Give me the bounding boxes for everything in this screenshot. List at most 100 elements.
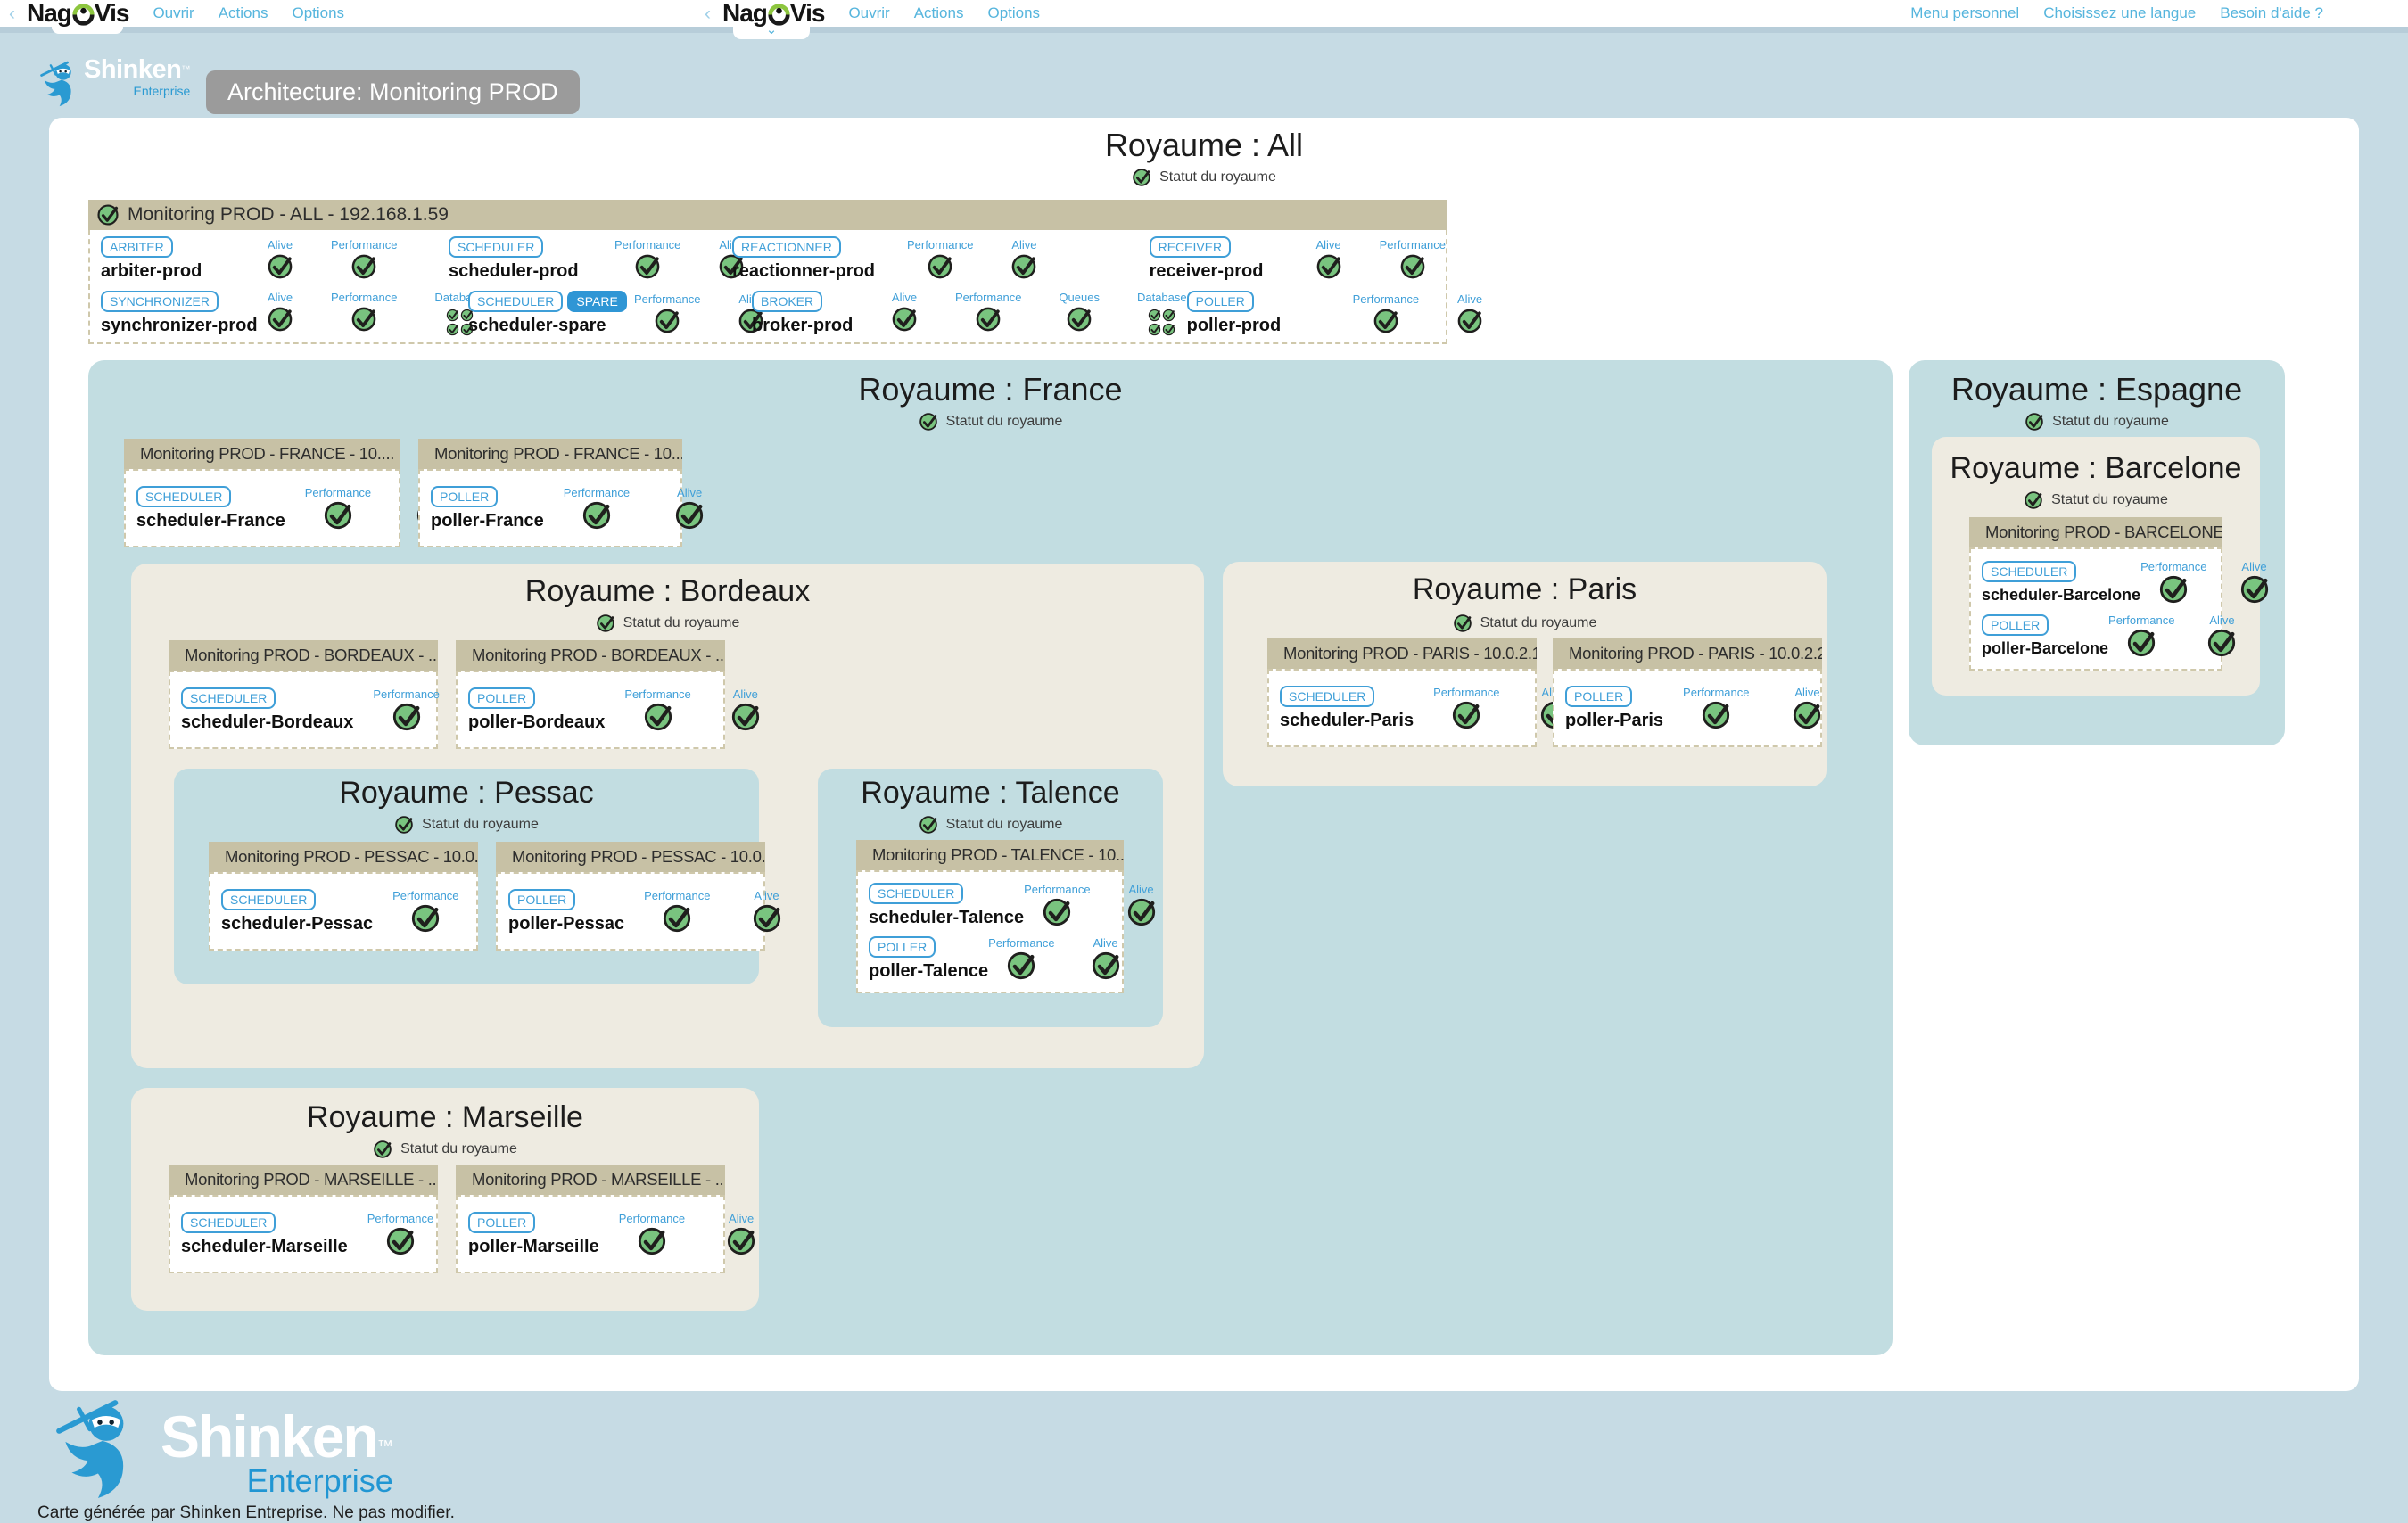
metric-performance[interactable]: Performance: [373, 687, 439, 732]
metric-alive[interactable]: Alive: [1456, 292, 1483, 333]
menu-actions[interactable]: Actions: [219, 4, 268, 22]
metric-performance[interactable]: Performance: [2140, 560, 2206, 605]
monitor-box-header[interactable]: Monitoring PROD - PESSAC - 10.0...: [209, 842, 478, 872]
node-poller-bordeaux[interactable]: POLLER poller-Bordeaux: [468, 687, 605, 733]
monitor-box-header[interactable]: Monitoring PROD - BORDEAUX - ...: [169, 640, 438, 671]
monitor-box-header[interactable]: Monitoring PROD - PESSAC - 10.0...: [496, 842, 765, 872]
menu-options[interactable]: Options: [292, 4, 344, 22]
node-poller-prod[interactable]: POLLER poller-prod Performance Alive: [1187, 291, 1483, 336]
metric-alive[interactable]: Alive: [267, 238, 293, 279]
menu-options[interactable]: Options: [987, 4, 1040, 22]
node-scheduler-prod[interactable]: SCHEDULER scheduler-prod Performance Ali…: [449, 236, 732, 282]
node-poller-barcelone[interactable]: POLLER poller-Barcelone Performance Aliv…: [1982, 610, 2210, 662]
metric-database[interactable]: Database: [1137, 291, 1187, 335]
monitor-box-header[interactable]: Monitoring PROD - MARSEILLE - ...: [456, 1165, 725, 1195]
monitor-box-header[interactable]: Monitoring PROD - TALENCE - 10...: [856, 840, 1124, 870]
node-poller-paris[interactable]: POLLER poller-Paris: [1565, 686, 1663, 731]
metric-performance[interactable]: Performance: [644, 889, 710, 934]
node-scheduler-spare[interactable]: SCHEDULERSPARE scheduler-spare Performan…: [468, 291, 752, 336]
status-ok-icon: [1010, 253, 1037, 280]
menu-personnel[interactable]: Menu personnel: [1910, 4, 2019, 22]
node-scheduler-marseille[interactable]: SCHEDULER scheduler-Marseille: [181, 1212, 348, 1257]
metric-performance[interactable]: Performance: [305, 486, 371, 531]
menu-aide[interactable]: Besoin d'aide ?: [2220, 4, 2323, 22]
metric-alive[interactable]: Alive: [1792, 686, 1822, 730]
menu-ouvrir[interactable]: Ouvrir: [848, 4, 889, 22]
status-ok-icon[interactable]: [2025, 412, 2044, 432]
metric-alive[interactable]: Alive: [267, 291, 293, 332]
metric-performance[interactable]: Performance: [367, 1212, 433, 1256]
node-scheduler-france[interactable]: SCHEDULER scheduler-France: [136, 486, 285, 531]
menu-ouvrir[interactable]: Ouvrir: [153, 4, 194, 22]
metric-alive[interactable]: Alive: [891, 291, 918, 332]
metric-performance[interactable]: Performance: [1380, 238, 1446, 279]
metric-performance[interactable]: Performance: [331, 291, 397, 332]
status-ok-icon[interactable]: [373, 1140, 392, 1159]
status-ok-icon[interactable]: [1453, 613, 1472, 633]
node-poller-pessac[interactable]: POLLER poller-Pessac: [508, 889, 624, 934]
metric-alive[interactable]: Alive: [674, 486, 705, 531]
metric-performance[interactable]: Performance: [1683, 686, 1749, 730]
metric-performance[interactable]: Performance: [619, 1212, 685, 1256]
status-ok-icon[interactable]: [919, 815, 938, 835]
metric-alive[interactable]: Alive: [730, 687, 761, 732]
metric-alive[interactable]: Alive: [1091, 936, 1121, 981]
metric-alive[interactable]: Alive: [752, 889, 782, 934]
monitor-box-header[interactable]: Monitoring PROD - PARIS - 10.0.2.1: [1267, 638, 1537, 669]
monitor-box-header[interactable]: Monitoring PROD - BORDEAUX - ...: [456, 640, 725, 671]
metric-alive[interactable]: Alive: [2239, 560, 2270, 605]
metric-performance[interactable]: Performance: [955, 291, 1021, 332]
metric-performance[interactable]: Performance: [988, 936, 1054, 981]
metrics: Performance Alive: [2108, 613, 2237, 658]
node-scheduler-paris[interactable]: SCHEDULER scheduler-Paris: [1280, 686, 1414, 731]
node-scheduler-talence[interactable]: SCHEDULER scheduler-Talence Performance …: [869, 879, 1111, 931]
collapse-center-icon[interactable]: ‹: [705, 4, 711, 23]
node-broker-prod[interactable]: BROKER broker-prod Alive Performance Que…: [752, 291, 1187, 336]
metric-performance[interactable]: Performance: [1353, 292, 1419, 333]
monitor-box-header[interactable]: Monitoring PROD - MARSEILLE - ...: [169, 1165, 438, 1195]
metric-alive[interactable]: Alive: [2206, 613, 2237, 658]
metric-performance[interactable]: Performance: [331, 238, 397, 279]
metric-alive[interactable]: Alive: [1315, 238, 1342, 279]
monitor-box-header[interactable]: Monitoring PROD - BARCELONE -...: [1969, 517, 2222, 547]
node-receiver-prod[interactable]: RECEIVER receiver-prod Alive Performance: [1150, 236, 1446, 282]
metric-performance[interactable]: Performance: [614, 238, 680, 279]
metric-performance[interactable]: Performance: [624, 687, 690, 732]
monitor-box-header[interactable]: Monitoring PROD - FRANCE - 10....: [124, 439, 400, 469]
collapse-left-icon[interactable]: ‹: [9, 4, 15, 23]
monitor-box-header[interactable]: Monitoring PROD - FRANCE - 10....: [418, 439, 682, 469]
metric-performance[interactable]: Performance: [907, 238, 973, 279]
metric-alive[interactable]: Alive: [726, 1212, 756, 1256]
node-poller-france[interactable]: POLLER poller-France: [431, 486, 544, 531]
metric-alive[interactable]: Alive: [1010, 238, 1037, 279]
node-scheduler-barcelone[interactable]: SCHEDULER scheduler-Barcelone Performanc…: [1982, 556, 2210, 608]
node-poller-talence[interactable]: POLLER poller-Talence Performance Alive: [869, 933, 1111, 984]
node-scheduler-pessac[interactable]: SCHEDULER scheduler-Pessac: [221, 889, 373, 934]
metric-performance[interactable]: Performance: [1024, 883, 1090, 927]
header-toggle-tab-left[interactable]: [52, 27, 123, 34]
status-ok-icon[interactable]: [919, 412, 938, 432]
status-ok-icon[interactable]: [596, 613, 615, 633]
metric-performance[interactable]: Performance: [2108, 613, 2174, 658]
node-poller-marseille[interactable]: POLLER poller-Marseille: [468, 1212, 599, 1257]
status-ok-icon[interactable]: [394, 815, 414, 835]
metric-performance[interactable]: Performance: [634, 292, 700, 333]
metric-queues[interactable]: Queues: [1059, 291, 1100, 332]
metric-performance[interactable]: Performance: [1433, 686, 1499, 730]
metric-performance[interactable]: Performance: [392, 889, 458, 934]
status-ok-icon[interactable]: [1132, 168, 1151, 187]
node-reactionner-prod[interactable]: REACTIONNER reactionner-prod Performance…: [732, 236, 1150, 282]
header-toggle-tab-center[interactable]: ⌄: [733, 27, 810, 39]
nagvis-logo[interactable]: NagVis: [27, 1, 128, 26]
monitor-box: Monitoring PROD - BORDEAUX - ... SCHEDUL…: [169, 640, 438, 749]
node-arbiter-prod[interactable]: ARBITER arbiter-prod Alive Performance: [101, 236, 449, 282]
monitor-box-header[interactable]: Monitoring PROD - ALL - 192.168.1.59: [88, 200, 1447, 230]
node-synchronizer-prod[interactable]: SYNCHRONIZER synchronizer-prod Alive Per…: [101, 291, 468, 336]
metric-performance[interactable]: Performance: [564, 486, 630, 531]
monitor-box-header[interactable]: Monitoring PROD - PARIS - 10.0.2.2: [1553, 638, 1822, 669]
status-ok-icon[interactable]: [2024, 490, 2043, 510]
menu-langue[interactable]: Choisissez une langue: [2043, 4, 2196, 22]
metric-alive[interactable]: Alive: [1126, 883, 1157, 927]
menu-actions[interactable]: Actions: [914, 4, 964, 22]
node-scheduler-bordeaux[interactable]: SCHEDULER scheduler-Bordeaux: [181, 687, 353, 733]
